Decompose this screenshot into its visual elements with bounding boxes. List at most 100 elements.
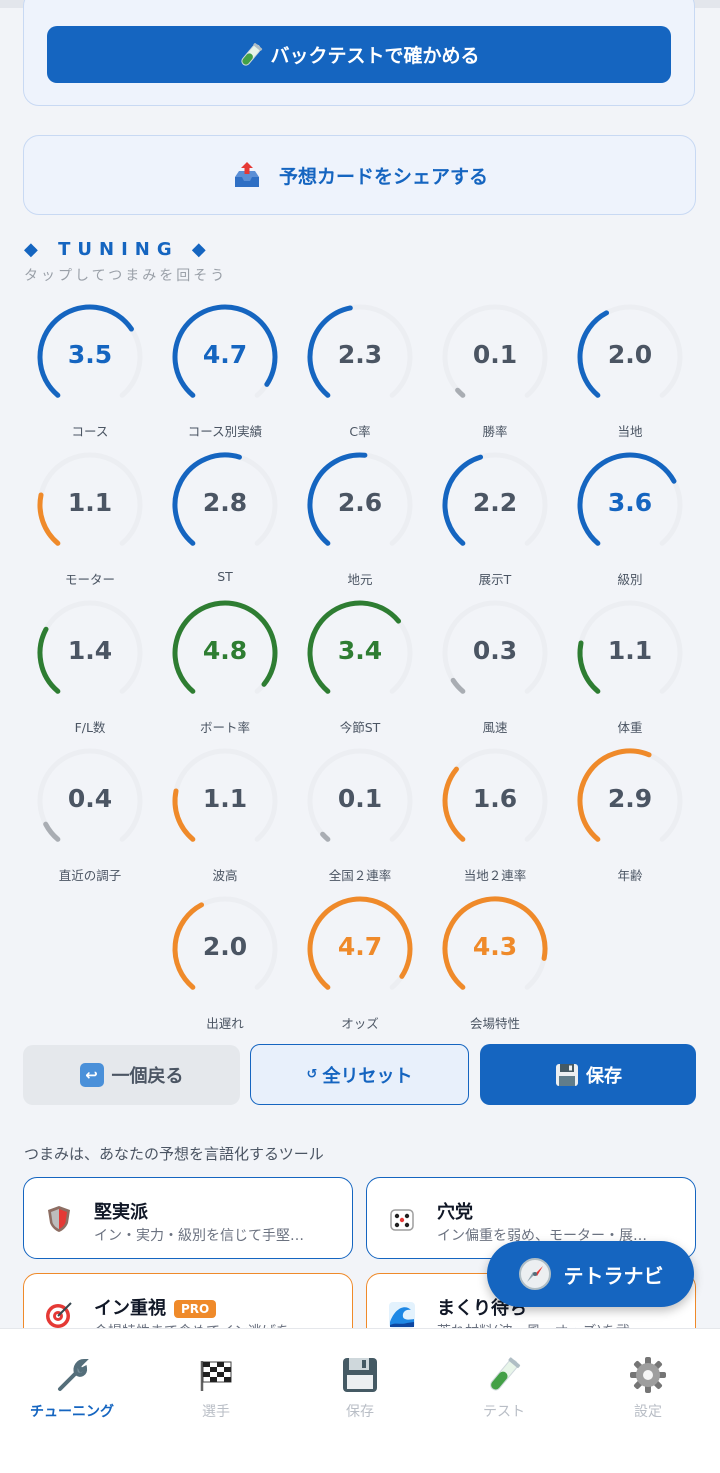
tuning-subtitle: タップしてつまみを回そう	[24, 268, 228, 284]
tuning-knob[interactable]: 3.6 級別	[575, 450, 685, 590]
knob-value: 3.6	[607, 488, 653, 517]
tetranavi-fab[interactable]: テトラナビ	[487, 1241, 694, 1307]
knob-label: コース	[71, 424, 109, 439]
preset-title: 穴党	[437, 1202, 473, 1223]
preset-desc: イン・実力・級別を信じて手堅…	[94, 1228, 304, 1244]
tuning-knob[interactable]: 4.7 コース別実績	[170, 302, 280, 442]
knob-label: 展示T	[478, 572, 512, 587]
knob-label: ST	[217, 569, 233, 584]
tuning-knob[interactable]: 1.1 波高	[170, 746, 280, 886]
knob-value: 0.4	[67, 784, 113, 813]
preset-card-steady[interactable]: 堅実派 イン・実力・級別を信じて手堅…	[23, 1177, 353, 1259]
knob-label: 当地２連率	[463, 868, 527, 883]
knob-label: ボート率	[199, 720, 250, 735]
tuning-knob[interactable]: 2.0 出遅れ	[170, 894, 280, 1034]
knob-value: 1.4	[67, 636, 113, 665]
tab-label: 設定	[634, 1404, 662, 1420]
tuning-knob[interactable]: 2.3 C率	[305, 302, 415, 442]
tuning-knob[interactable]: 1.4 F/L数	[35, 598, 145, 738]
checkered-flag-icon	[200, 1361, 232, 1391]
tuning-knob[interactable]: 2.6 地元	[305, 450, 415, 590]
knob-label: オッズ	[341, 1016, 379, 1031]
tab-label: チューニング	[30, 1404, 114, 1420]
preset-title-text: イン重視	[94, 1298, 166, 1319]
fab-label: テトラナビ	[563, 1263, 664, 1288]
tuning-knob[interactable]: 3.4 今節ST	[305, 598, 415, 738]
knob-label: コース別実績	[187, 424, 263, 439]
reset-label: 全リセット	[322, 1065, 413, 1087]
knob-value: 0.1	[472, 340, 518, 369]
knob-value: 1.1	[202, 784, 248, 813]
knob-value: 2.2	[472, 488, 518, 517]
knob-label: 今節ST	[339, 720, 381, 735]
bottom-tab-bar: チューニング 選手 保存 テスト 設定	[0, 1328, 720, 1473]
undo-icon: ↩	[79, 1063, 104, 1087]
knob-value: 1.1	[67, 488, 113, 517]
tab-settings[interactable]: 設定	[576, 1329, 720, 1439]
test-tube-icon	[241, 42, 263, 66]
tab-tuning[interactable]: チューニング	[0, 1329, 144, 1439]
tuning-knob[interactable]: 2.0 当地	[575, 302, 685, 442]
tuning-knob[interactable]: 2.2 展示T	[440, 450, 550, 590]
tuning-knob[interactable]: 3.5 コース	[35, 302, 145, 442]
tab-label: 保存	[346, 1404, 374, 1420]
tab-label: テスト	[483, 1404, 525, 1420]
target-icon	[46, 1302, 72, 1328]
undo-button[interactable]: ↩ 一個戻る	[23, 1045, 240, 1105]
knob-value: 3.5	[67, 340, 113, 369]
dice-icon	[390, 1209, 414, 1231]
knob-value: 1.1	[607, 636, 653, 665]
compass-icon	[518, 1258, 551, 1290]
knob-value: 4.7	[202, 340, 248, 369]
knob-value: 2.6	[337, 488, 383, 517]
outbox-tray-icon	[234, 162, 259, 187]
tuning-knob[interactable]: 1.1 モーター	[35, 450, 145, 590]
knob-level-arc	[320, 831, 331, 842]
shield-icon	[48, 1206, 70, 1232]
tuning-knob[interactable]: 1.6 当地２連率	[440, 746, 550, 886]
tab-label: 選手	[202, 1404, 230, 1420]
knob-label: 体重	[617, 720, 643, 735]
tuning-knob[interactable]: 0.4 直近の調子	[35, 746, 145, 886]
tuning-knob[interactable]: 0.1 勝率	[440, 302, 550, 442]
backtest-button[interactable]: バックテストで確かめる	[47, 26, 671, 83]
preset-title: 堅実派	[94, 1202, 148, 1223]
knob-label: 全国２連率	[328, 868, 392, 883]
tuning-knob[interactable]: 4.3 会場特性	[440, 894, 550, 1034]
knob-label: 風速	[482, 720, 508, 735]
pro-badge: PRO	[174, 1300, 217, 1318]
preset-title: イン重視 PRO	[94, 1294, 217, 1320]
share-label: 予想カードをシェアする	[278, 165, 488, 188]
floppy-disk-icon	[556, 1063, 578, 1086]
knob-label: 波高	[212, 868, 238, 883]
tuning-knob[interactable]: 4.7 オッズ	[305, 894, 415, 1034]
tab-saved[interactable]: 保存	[288, 1329, 432, 1439]
floppy-disk-icon	[343, 1358, 377, 1392]
knob-value: 4.8	[202, 636, 248, 665]
save-button[interactable]: 保存	[480, 1044, 696, 1105]
tuning-knob[interactable]: 0.3 風速	[440, 598, 550, 738]
share-card-button[interactable]: 予想カードをシェアする	[23, 135, 696, 215]
tuning-heading: ◆ TUNING ◆	[24, 239, 213, 260]
reset-all-button[interactable]: ↺ 全リセット	[250, 1044, 469, 1105]
tuning-knob[interactable]: 4.8 ボート率	[170, 598, 280, 738]
tuning-knob[interactable]: 2.8 ST	[170, 450, 280, 590]
tuning-knob[interactable]: 0.1 全国２連率	[305, 746, 415, 886]
knob-label: 勝率	[482, 424, 508, 439]
tools-caption: つまみは、あなたの予想を言語化するツール	[24, 1145, 324, 1163]
backtest-label: バックテストで確かめる	[270, 45, 480, 67]
knob-value: 0.1	[337, 784, 383, 813]
knob-label: 直近の調子	[58, 868, 122, 883]
tab-players[interactable]: 選手	[144, 1329, 288, 1439]
knob-label: 出遅れ	[206, 1016, 244, 1031]
tuning-knob[interactable]: 2.9 年齢	[575, 746, 685, 886]
knob-value: 4.3	[472, 932, 518, 961]
knob-label: F/L数	[74, 720, 106, 735]
reset-icon: ↺	[306, 1067, 318, 1082]
save-label: 保存	[586, 1065, 622, 1087]
tab-test[interactable]: テスト	[432, 1329, 576, 1439]
test-tube-icon	[490, 1357, 521, 1391]
knob-value: 2.0	[607, 340, 653, 369]
tuning-knob[interactable]: 1.1 体重	[575, 598, 685, 738]
wrench-icon	[58, 1358, 89, 1391]
